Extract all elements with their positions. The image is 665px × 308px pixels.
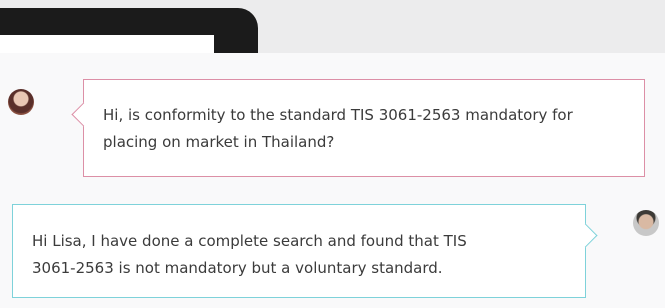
user-avatar xyxy=(8,89,34,115)
agent-avatar xyxy=(633,210,659,236)
agent-message-bubble: Hi Lisa, I have done a complete search a… xyxy=(12,204,598,298)
user-message-text: Hi, is conformity to the standard TIS 30… xyxy=(103,106,573,151)
agent-message-text: Hi Lisa, I have done a complete search a… xyxy=(32,232,467,277)
user-message-bubble: Hi, is conformity to the standard TIS 30… xyxy=(71,79,645,177)
